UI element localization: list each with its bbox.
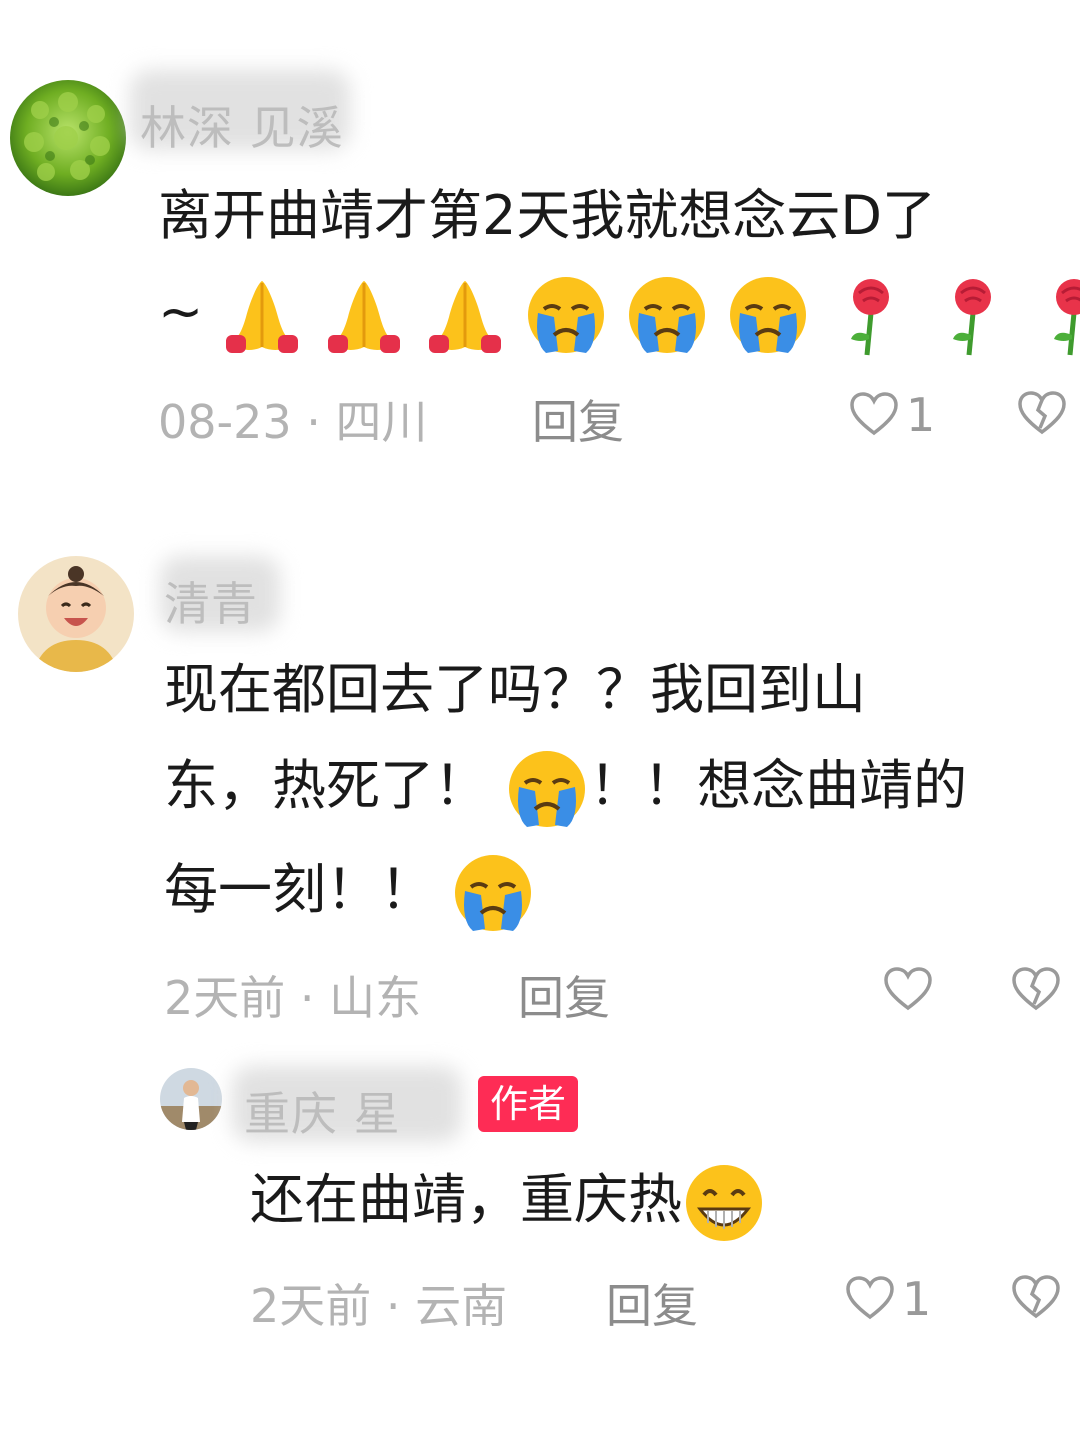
like-button[interactable]: 1 [844, 1272, 931, 1326]
dislike-button[interactable] [1010, 1272, 1062, 1328]
reply-item: 重庆 星 作者 还在曲靖，重庆热 2天前 · 云南 回复 1 [0, 0, 1080, 1440]
like-count: 1 [902, 1272, 932, 1326]
reply-button[interactable]: 回复 [606, 1270, 698, 1336]
broken-heart-icon [1012, 1275, 1060, 1319]
comment-text: 还在曲靖，重庆热 [250, 1152, 766, 1248]
comment-meta: 2天前 · 云南 [250, 1279, 508, 1333]
author-badge: 作者 [478, 1076, 579, 1132]
grinning-face-icon [686, 1165, 762, 1242]
username[interactable]: 重庆 星 [244, 1078, 401, 1144]
avatar[interactable] [160, 1068, 222, 1130]
heart-outline-icon [846, 1276, 894, 1320]
comment-text-line: 还在曲靖，重庆热 [250, 1168, 682, 1231]
